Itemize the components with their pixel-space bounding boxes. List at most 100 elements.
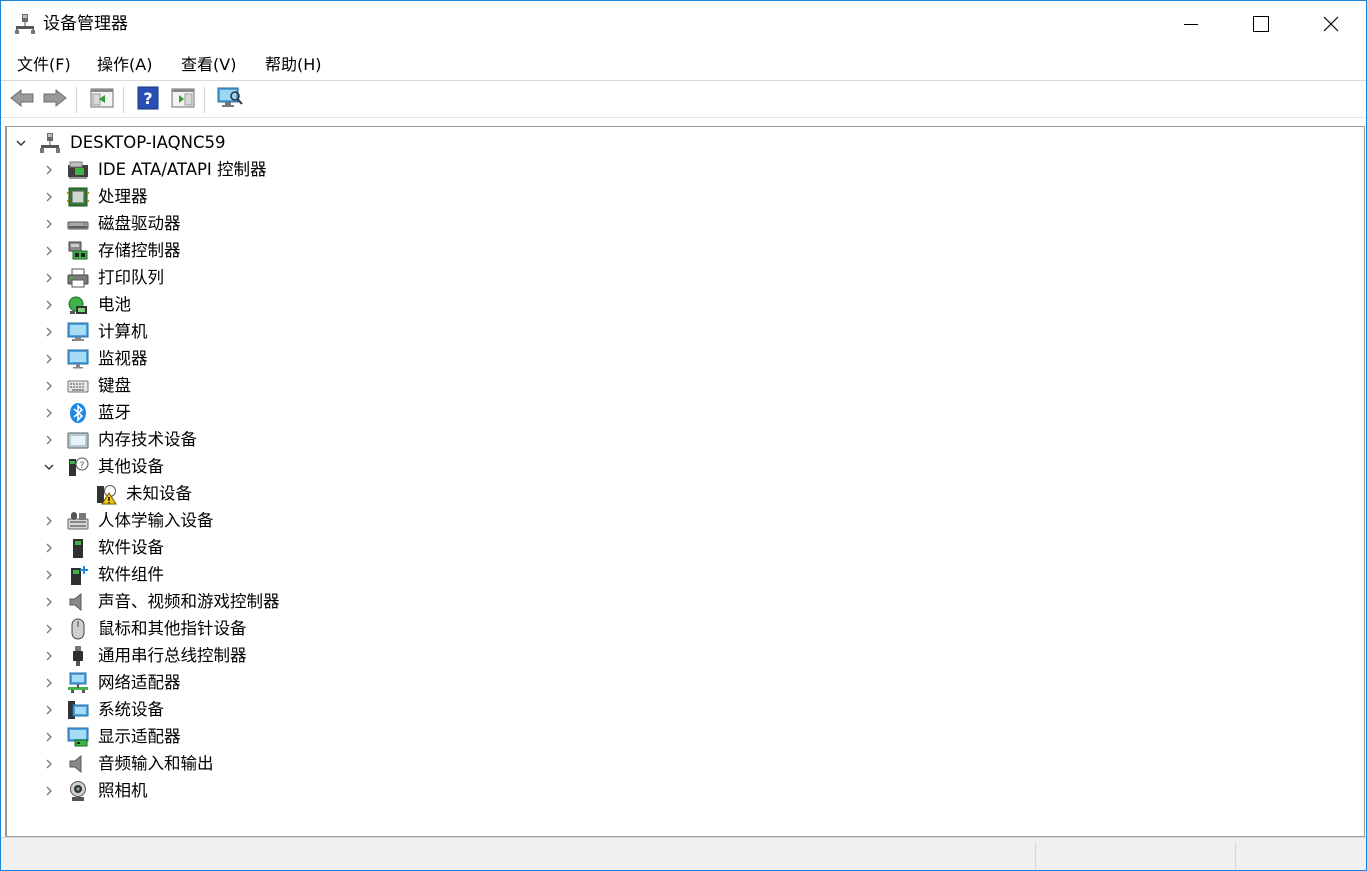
chevron-right-icon[interactable] [42,351,56,365]
svg-text:?: ? [80,461,85,471]
back-button[interactable] [9,87,35,113]
tree-category-item[interactable]: 监视器 [7,345,1357,372]
tree-category-item[interactable]: 处理器 [7,183,1357,210]
minimize-button[interactable] [1156,1,1226,47]
tree-item-label: 电池 [98,295,131,314]
bluetooth-icon [67,402,89,424]
disk-drive-icon [67,213,89,235]
other-devices-icon: ? [67,456,89,478]
tree-category-item[interactable]: 音频输入和输出 [7,750,1357,777]
menu-file[interactable]: 文件(F) [14,54,74,76]
chevron-right-icon[interactable] [42,702,56,716]
tree-item-label: 处理器 [98,187,148,206]
chevron-right-icon[interactable] [42,324,56,338]
tree-item-label: IDE ATA/ATAPI 控制器 [98,160,267,179]
chevron-right-icon[interactable] [42,594,56,608]
tree-category-item[interactable]: 系统设备 [7,696,1357,723]
tree-item-label: 存储控制器 [98,241,181,260]
tree-category-item[interactable]: 磁盘驱动器 [7,210,1357,237]
chevron-down-icon[interactable] [42,459,56,473]
tree-item-label: 声音、视频和游戏控制器 [98,592,280,611]
chevron-right-icon[interactable] [42,729,56,743]
tree-category-item[interactable]: 网络适配器 [7,669,1357,696]
chevron-right-icon[interactable] [42,648,56,662]
tree-category-item[interactable]: 鼠标和其他指针设备 [7,615,1357,642]
tree-root-item[interactable]: DESKTOP-IAQNC59 [7,129,1357,156]
software-component-icon [67,564,89,586]
chevron-right-icon[interactable] [42,756,56,770]
chevron-right-icon[interactable] [42,567,56,581]
chevron-right-icon[interactable] [42,243,56,257]
toolbar-separator [204,87,205,113]
menu-action[interactable]: 操作(A) [94,54,155,76]
maximize-button[interactable] [1226,1,1296,47]
storage-controller-icon [67,240,89,262]
tree-category-item[interactable]: 电池 [7,291,1357,318]
tree-category-item[interactable]: 声音、视频和游戏控制器 [7,588,1357,615]
chevron-right-icon[interactable] [42,297,56,311]
tree-category-item[interactable]: 软件组件 [7,561,1357,588]
computer-icon [67,321,89,343]
tree-category-item[interactable]: 内存技术设备 [7,426,1357,453]
tree-item-label: 系统设备 [98,700,164,719]
console-tree-icon [90,87,114,113]
scan-hardware-button[interactable] [217,87,243,113]
tree-item-label: 音频输入和输出 [98,754,214,773]
chevron-right-icon[interactable] [42,378,56,392]
keyboard-icon [67,375,89,397]
memory-device-icon [67,429,89,451]
tree-category-item[interactable]: 蓝牙 [7,399,1357,426]
tree-category-item[interactable]: 人体学输入设备 [7,507,1357,534]
tree-category-item[interactable]: 通用串行总线控制器 [7,642,1357,669]
mouse-icon [67,618,89,640]
chevron-right-icon[interactable] [42,405,56,419]
chevron-right-icon[interactable] [42,270,56,284]
tree-category-item[interactable]: 键盘 [7,372,1357,399]
menu-view[interactable]: 查看(V) [178,54,239,76]
tree-category-item[interactable]: ? 其他设备 [7,453,1357,480]
monitor-icon [67,348,89,370]
ide-controller-icon [67,159,89,181]
show-hide-console-tree-button[interactable] [89,87,115,113]
tree-item-label: 未知设备 [126,484,192,503]
chevron-right-icon[interactable] [42,432,56,446]
chevron-down-icon[interactable] [14,135,28,149]
title-bar[interactable]: 设备管理器 [1,1,1366,47]
status-bar-divider [1235,842,1236,870]
show-action-pane-button[interactable] [170,87,196,113]
tree-child-item[interactable]: 未知设备 [7,480,1357,507]
chevron-right-icon[interactable] [42,189,56,203]
svg-text:?: ? [143,89,152,108]
tree-category-item[interactable]: 照相机 [7,777,1357,804]
tree-item-label: 软件设备 [98,538,164,557]
toolbar-separator [123,87,124,113]
device-tree[interactable]: DESKTOP-IAQNC59 IDE ATA/ATAPI 控制器 处理器磁盘驱动… [5,126,1365,837]
help-button[interactable]: ? [135,86,161,113]
tree-category-item[interactable]: IDE ATA/ATAPI 控制器 [7,156,1357,183]
tree-category-item[interactable]: 显示适配器 [7,723,1357,750]
close-button[interactable] [1296,1,1366,47]
chevron-right-icon[interactable] [42,783,56,797]
forward-button[interactable] [42,87,68,113]
tree-category-item[interactable]: 打印队列 [7,264,1357,291]
chevron-right-icon[interactable] [42,216,56,230]
menu-help[interactable]: 帮助(H) [262,54,325,76]
battery-icon [67,294,89,316]
minimize-icon [1184,17,1198,31]
hid-icon [67,510,89,532]
chevron-right-icon[interactable] [42,675,56,689]
audio-io-icon [67,753,89,775]
window-title: 设备管理器 [43,14,128,34]
toolbar-separator [76,87,77,113]
chevron-right-icon[interactable] [42,513,56,527]
tree-item-label: 打印队列 [98,268,164,287]
chevron-right-icon[interactable] [42,162,56,176]
tree-category-item[interactable]: 计算机 [7,318,1357,345]
chevron-right-icon[interactable] [42,540,56,554]
chevron-right-icon[interactable] [42,621,56,635]
tree-item-label: 键盘 [98,376,131,395]
action-pane-icon [171,87,195,113]
tree-category-item[interactable]: 软件设备 [7,534,1357,561]
tree-item-label: 磁盘驱动器 [98,214,181,233]
tree-category-item[interactable]: 存储控制器 [7,237,1357,264]
